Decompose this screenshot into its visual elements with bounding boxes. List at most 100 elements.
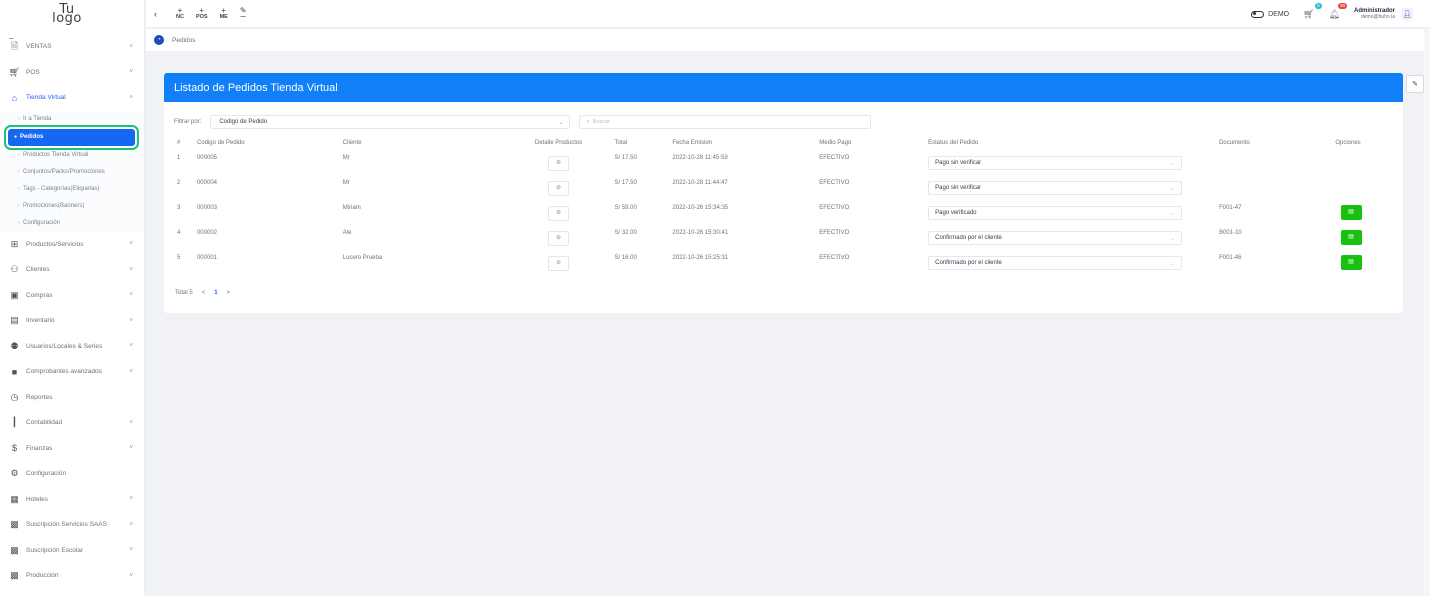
sidebar-item[interactable]: ▩ Suscripción Escolar ˅ (0, 538, 144, 564)
chevron-down-icon: ˅ (129, 43, 133, 50)
document-number: F001-46 (1219, 255, 1242, 261)
sidebar-item[interactable]: ▣ Compras ˅ (0, 283, 144, 309)
scrollbar[interactable] (1424, 28, 1430, 596)
cart-button[interactable]: 🛒︎ 0 (1303, 2, 1322, 20)
bullet-icon: ● (14, 134, 18, 140)
sidebar-subitem[interactable]: ○ Conjuntos/Packs/Promociones (0, 164, 144, 181)
sidebar-item[interactable]: ▤ Inventario ˅ (0, 308, 144, 334)
sidebar-subitem[interactable]: ● Pedidos (8, 128, 135, 146)
col-total: Total (614, 140, 628, 146)
status-select[interactable]: Confirmado por el cliente ⌄ (928, 256, 1183, 270)
logo[interactable]: Tu logo (0, 0, 144, 28)
bell-icon: 🔔︎ (1328, 8, 1340, 19)
back-chevron-icon[interactable]: ‹ (154, 9, 164, 19)
status-select[interactable]: Pago sin verificar ⌄ (928, 181, 1183, 195)
bullet-icon: ○ (17, 152, 21, 158)
view-icon: ⊕ (556, 260, 562, 266)
sidebar-item[interactable]: ┃ Contabilidad ˅ (0, 410, 144, 436)
col-date: Fecha Emision (672, 140, 713, 146)
sidebar-item[interactable]: ▩ Producción ˅ (0, 563, 144, 589)
edit-shortcut-button[interactable]: ✎ — (240, 6, 247, 21)
app-layout: Tu logo 🗎 VENTAS ˅ 🛒︎ POS ˅ ⌂ Tienda Virtual ˄ ○ Ir… (0, 0, 1430, 596)
breadcrumb-current[interactable]: Pedidos (172, 37, 196, 44)
new-me-label: ME (219, 13, 228, 20)
sidebar-item[interactable]: ⚇ Clientes ˅ (0, 257, 144, 283)
status-select[interactable]: Pago verificado ⌄ (928, 206, 1183, 220)
orders-table: # Codigo de Pedido Cliente Detalle Produ… (164, 135, 1403, 276)
download-document-button[interactable]: ▤ (1340, 255, 1362, 270)
sidebar-subitem[interactable]: ○ Productos Tienda Virtual (0, 147, 144, 164)
view-details-button[interactable]: ⊕ (548, 231, 570, 246)
plus-icon: + (221, 5, 227, 15)
sidebar-item[interactable]: ⚉ Usuarios/Locales & Series ˅ (0, 334, 144, 360)
new-me-button[interactable]: + ME (219, 5, 228, 21)
pagination-page[interactable]: 1 (214, 290, 217, 296)
user-info[interactable]: Administrador demo@buho.la (1354, 8, 1395, 20)
sidebar-item[interactable]: 🗎 VENTAS ˅ (0, 34, 144, 60)
row-number: 4 (177, 230, 181, 236)
pagination: Total 5 < 1 > (175, 290, 239, 296)
demo-toggle[interactable]: DEMO (1251, 10, 1289, 18)
client-name: Ale (342, 230, 352, 236)
sidebar-item[interactable]: 🛒︎ POS ˅ (0, 60, 144, 86)
status-select[interactable]: Confirmado por el cliente ⌄ (928, 231, 1183, 245)
sidebar-item[interactable]: ▩ Suscripción Servicios SAAS ˅ (0, 512, 144, 538)
sidebar-item[interactable]: ⚙ Configuración (0, 461, 144, 487)
avatar[interactable]: 👤︎ (1401, 8, 1413, 20)
row-number: 5 (177, 255, 181, 261)
box-icon: ▤ (10, 315, 19, 326)
pencil-icon: ✎ (1412, 81, 1418, 88)
sidebar-item[interactable]: ■ Comprobantes avanzados ˅ (0, 359, 144, 385)
view-details-button[interactable]: ⊕ (548, 156, 570, 171)
sidebar-item[interactable]: ⊞ Productos/Servicios ˅ (0, 232, 144, 258)
sidebar-subitem[interactable]: ○ Promociones(Banners) (0, 198, 144, 215)
order-total: S/ 32.00 (614, 230, 637, 236)
row-number: 1 (177, 155, 181, 161)
document-icon: 🗎 (10, 40, 19, 51)
chevron-down-icon: ⌄ (1170, 210, 1176, 217)
download-document-button[interactable]: ▤ (1340, 230, 1362, 245)
sidebar-item[interactable]: ▦ Hoteles ˅ (0, 487, 144, 513)
sidebar-subitem[interactable]: ○ Tags - Categorías(Etiquetas) (0, 181, 144, 198)
chevron-down-icon: ˅ (129, 547, 133, 554)
bullet-icon: ○ (17, 186, 21, 192)
pagination-next[interactable]: > (227, 290, 231, 296)
col-number: # (177, 140, 181, 146)
search-input[interactable]: ⌕ Buscar (579, 115, 872, 129)
status-select[interactable]: Pago sin verificar ⌄ (928, 156, 1183, 170)
client-name: Mr (342, 180, 350, 186)
sidebar-subitem[interactable]: ○ Ir a Tienda (0, 111, 144, 128)
customize-button[interactable]: ✎ (1406, 75, 1424, 93)
view-icon: ⊕ (556, 210, 562, 216)
sidebar-item[interactable]: $ Finanzas ˅ (0, 436, 144, 462)
col-status: Estatus del Pedido (928, 140, 979, 146)
download-document-button[interactable]: ▤ (1340, 205, 1362, 220)
pagination-prev[interactable]: < (202, 290, 206, 296)
sidebar-item[interactable]: ◷ Reportes (0, 385, 144, 411)
sidebar-item-label: Suscripción Servicios SAAS (26, 521, 107, 529)
chevron-down-icon: ˅ (129, 445, 133, 452)
breadcrumb: ◔ Pedidos (146, 29, 1430, 51)
status-cell: Confirmado por el cliente ⌄ (922, 251, 1219, 276)
view-details-button[interactable]: ⊕ (548, 181, 570, 196)
calendar-icon: ▩ (10, 519, 19, 530)
table-row: 2 000004 Mr ⊕ S/ 17.50 2022-10-28 11:44:47 EFE… (164, 176, 1403, 201)
sidebar-subitem-label: Pedidos (20, 134, 44, 140)
view-details-button[interactable]: ⊕ (548, 256, 570, 271)
sidebar-item[interactable]: ⌂ Tienda Virtual ˄ (0, 85, 144, 111)
sidebar-item-label: VENTAS (26, 43, 52, 51)
sidebar-subitem-label: Conjuntos/Packs/Promociones (23, 169, 105, 175)
file-icon: ▤ (1348, 259, 1354, 265)
status-select-value: Pago sin verificar (935, 185, 982, 191)
pie-icon: ◷ (10, 391, 19, 402)
client-name: Miriam (342, 205, 361, 211)
col-options: Opciones (1335, 140, 1361, 146)
calendar-icon: ▩ (10, 570, 19, 581)
new-nc-button[interactable]: + NC (176, 6, 184, 21)
notifications-button[interactable]: 🔔︎ 36 (1328, 2, 1347, 20)
new-pos-button[interactable]: + POS (196, 6, 208, 21)
filter-select[interactable]: Codigo de Pedido ⌄ (210, 115, 571, 129)
order-total: S/ 59.00 (614, 205, 637, 211)
view-details-button[interactable]: ⊕ (548, 206, 570, 221)
sidebar-subitem[interactable]: ○ Configuración (0, 215, 144, 232)
